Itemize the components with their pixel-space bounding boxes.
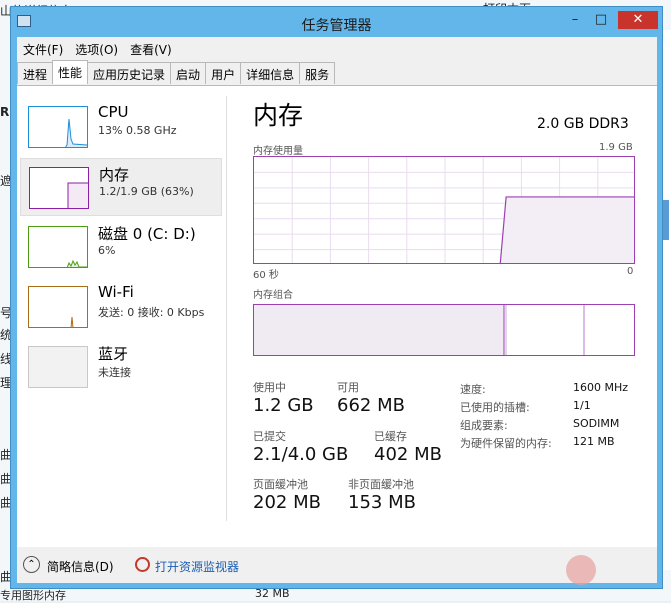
axis-left-label: 60 秒 [253,270,279,281]
wifi-thumbnail-graph [28,286,88,328]
menu-bar: 文件(F) 选项(O) 查看(V) [17,39,178,59]
bluetooth-thumbnail-graph [28,346,88,388]
title-bar[interactable]: 任务管理器 – □ ✕ [11,7,662,37]
panel-divider [226,96,227,521]
close-button[interactable]: ✕ [618,11,658,29]
tab-strip: 进程 性能 应用历史记录 启动 用户 详细信息 服务 [17,60,336,84]
memory-usage-svg [254,157,634,263]
resource-name: Wi-Fi [98,283,134,301]
form-factor-label: 组成要素: [460,419,508,432]
maximize-button[interactable]: □ [588,11,614,29]
resource-name: 内存 [99,166,130,184]
composition-label: 内存组合 [253,290,293,301]
resource-memory[interactable]: 内存 1.2/1.9 GB (63%) [20,158,222,216]
task-manager-window: 任务管理器 – □ ✕ 文件(F) 选项(O) 查看(V) 进程 性能 应用历史… [10,6,663,589]
open-resource-monitor-link[interactable]: 打开资源监视器 [155,558,239,575]
menu-file[interactable]: 文件(F) [17,39,69,59]
hardware-reserved-value: 121 MB [573,435,615,448]
committed-label: 已提交 [253,430,286,443]
speed-label: 速度: [460,383,486,396]
cached-label: 已缓存 [374,430,407,443]
slots-value: 1/1 [573,399,591,412]
speed-value: 1600 MHz [573,381,629,394]
window-client: 文件(F) 选项(O) 查看(V) 进程 性能 应用历史记录 启动 用户 详细信… [17,37,657,583]
tab-app-history[interactable]: 应用历史记录 [87,62,172,84]
nonpaged-pool-label: 非页面缓冲池 [348,478,414,491]
resource-stat: 发送: 0 接收: 0 Kbps [98,306,205,319]
tab-processes[interactable]: 进程 [17,62,54,84]
paged-pool-label: 页面缓冲池 [253,478,308,491]
tab-users[interactable]: 用户 [205,62,242,84]
usage-graph-max: 1.9 GB [599,142,633,153]
resource-stat: 13% 0.58 GHz [98,124,177,137]
memory-composition-bar [253,304,635,356]
resource-name: 磁盘 0 (C: D:) [98,225,196,243]
axis-right-label: 0 [627,266,634,277]
available-label: 可用 [337,381,359,394]
resource-disk[interactable]: 磁盘 0 (C: D:) 6% [20,218,222,276]
memory-usage-area [499,196,634,263]
resource-name: 蓝牙 [98,345,129,363]
committed-value: 2.1/4.0 GB [253,444,349,465]
disk-thumbnail-graph [28,226,88,268]
performance-panel: CPU 13% 0.58 GHz 内存 1.2/1.9 GB (63%) 磁盘 … [17,85,657,547]
tab-details[interactable]: 详细信息 [240,62,301,84]
cached-value: 402 MB [374,444,442,465]
memory-spec: 2.0 GB DDR3 [537,116,629,132]
resource-wifi[interactable]: Wi-Fi 发送: 0 接收: 0 Kbps [20,278,222,336]
in-use-label: 使用中 [253,381,286,394]
available-value: 662 MB [337,395,405,416]
tab-services[interactable]: 服务 [299,62,336,84]
resource-bluetooth[interactable]: 蓝牙 未连接 [20,338,222,396]
hardware-reserved-label: 为硬件保留的内存: [460,437,552,450]
resource-cpu[interactable]: CPU 13% 0.58 GHz [20,98,222,156]
tab-performance[interactable]: 性能 [52,60,89,84]
cpu-thumbnail-graph [28,106,88,148]
resource-stat: 未连接 [98,366,131,379]
resource-stat: 6% [98,244,116,257]
tab-startup[interactable]: 启动 [170,62,207,84]
resource-name: CPU [98,103,129,121]
detail-title: 内存 [253,101,304,130]
in-use-value: 1.2 GB [253,395,314,416]
memory-thumbnail-graph [29,167,89,209]
slots-label: 已使用的插槽: [460,401,530,414]
watermark-logo [566,555,596,585]
nonpaged-pool-value: 153 MB [348,492,416,513]
minimize-button[interactable]: – [562,11,588,29]
paged-pool-value: 202 MB [253,492,321,513]
menu-view[interactable]: 查看(V) [124,39,178,59]
fewer-details-link[interactable]: 简略信息(D) [47,558,114,575]
resource-stat: 1.2/1.9 GB (63%) [99,185,194,198]
memory-usage-graph [253,156,635,264]
menu-options[interactable]: 选项(O) [69,39,124,59]
form-factor-value: SODIMM [573,417,620,430]
resource-monitor-icon[interactable] [135,557,150,572]
memory-composition-svg [254,305,585,355]
usage-graph-label: 内存使用量 [253,146,303,157]
background-glyph: R [0,105,10,119]
collapse-icon[interactable]: ⌃ [23,556,40,573]
footer-bar: ⌃ 简略信息(D) 打开资源监视器 [17,547,657,583]
